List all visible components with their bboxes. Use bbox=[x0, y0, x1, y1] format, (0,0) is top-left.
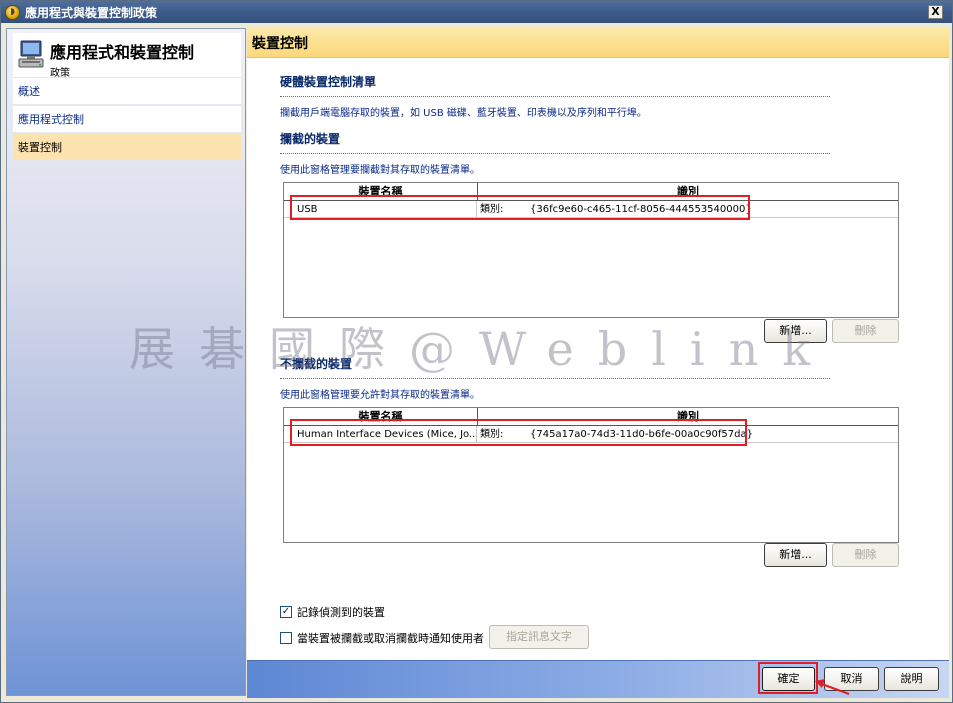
highlight-box-allowed-row bbox=[290, 419, 747, 446]
page-title: 裝置控制 bbox=[252, 36, 308, 52]
highlight-box-blocked-row bbox=[290, 195, 750, 220]
sidebar: 應用程式和裝置控制 政策 概述 應用程式控制 裝置控制 bbox=[6, 28, 246, 696]
notify-user-checkbox[interactable] bbox=[280, 632, 292, 644]
hardware-section-divider bbox=[280, 96, 830, 97]
hardware-section-description: 攔截用戶端電腦存取的裝置，如 USB 磁碟、藍牙裝置、印表機以及序列和平行埠。 bbox=[280, 108, 647, 119]
window-title: 應用程式與裝置控制政策 bbox=[25, 5, 158, 20]
sidebar-item-device-control[interactable]: 裝置控制 bbox=[13, 133, 241, 160]
shield-app-icon: ◗ bbox=[5, 4, 20, 20]
sidebar-header: 應用程式和裝置控制 政策 bbox=[13, 33, 241, 79]
notify-user-label: 當裝置被攔截或取消攔截時通知使用者 bbox=[297, 632, 484, 645]
blocked-delete-button[interactable]: 刪除 bbox=[832, 319, 899, 343]
allowed-delete-button[interactable]: 刪除 bbox=[832, 543, 899, 567]
notify-user-option[interactable]: 當裝置被攔截或取消攔截時通知使用者 bbox=[280, 630, 484, 646]
sidebar-item-overview[interactable]: 概述 bbox=[13, 77, 241, 104]
allowed-add-button[interactable]: 新增... bbox=[764, 543, 827, 567]
allowed-section-description: 使用此窗格管理要允許對其存取的裝置清單。 bbox=[280, 390, 480, 401]
highlight-box-ok-button bbox=[758, 662, 818, 694]
blocked-section-divider bbox=[280, 153, 830, 154]
log-detected-checkbox[interactable]: ✓ bbox=[280, 606, 292, 618]
allowed-section-title: 不攔截的裝置 bbox=[280, 357, 353, 371]
allowed-section-divider bbox=[280, 378, 830, 379]
close-button[interactable]: X bbox=[928, 5, 943, 19]
blocked-add-button[interactable]: 新增... bbox=[764, 319, 827, 343]
blocked-section-title: 攔截的裝置 bbox=[280, 132, 341, 146]
log-detected-option[interactable]: ✓ 記錄偵測到的裝置 bbox=[280, 604, 385, 620]
hardware-section-title: 硬體裝置控制清單 bbox=[280, 75, 377, 89]
blocked-section-description: 使用此窗格管理要攔截對其存取的裝置清單。 bbox=[280, 165, 480, 176]
computer-icon bbox=[18, 40, 44, 68]
dialog-window: ◗ 應用程式與裝置控制政策 X 應用程式和裝置控制 政策 概述 應用程式控制 裝… bbox=[0, 0, 953, 703]
specify-message-button[interactable]: 指定訊息文字 bbox=[489, 625, 589, 649]
main-header: 裝置控制 bbox=[247, 28, 949, 58]
main-panel: 裝置控制 硬體裝置控制清單 攔截用戶端電腦存取的裝置，如 USB 磁碟、藍牙裝置… bbox=[247, 28, 949, 698]
sidebar-title: 應用程式和裝置控制 bbox=[50, 43, 195, 62]
title-bar[interactable]: ◗ 應用程式與裝置控制政策 X bbox=[1, 1, 952, 23]
sidebar-item-app-control[interactable]: 應用程式控制 bbox=[13, 105, 241, 132]
pointer-arrow-icon bbox=[815, 679, 850, 695]
log-detected-label: 記錄偵測到的裝置 bbox=[297, 606, 385, 619]
help-button[interactable]: 說明 bbox=[884, 667, 939, 691]
